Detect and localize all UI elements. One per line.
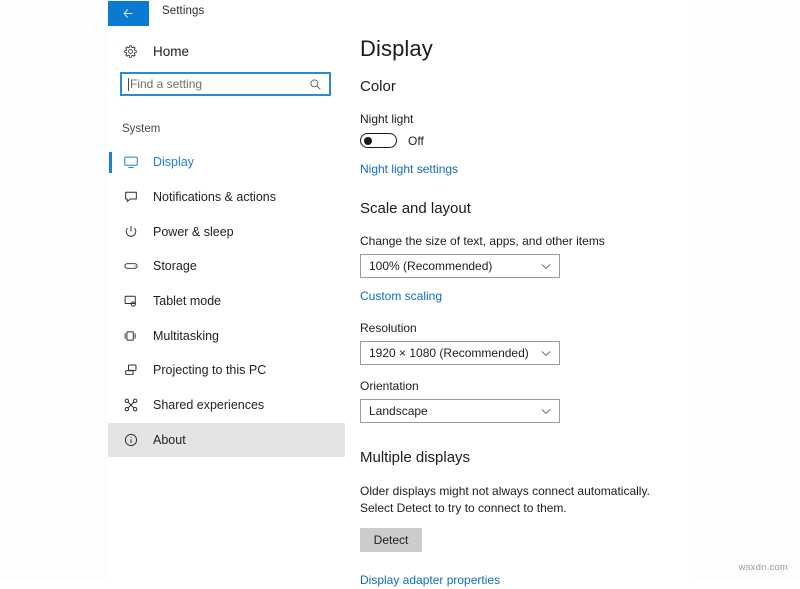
sidebar-item-label: About bbox=[153, 433, 186, 447]
gear-icon bbox=[122, 43, 138, 59]
multiple-displays-description: Older displays might not always connect … bbox=[360, 483, 650, 517]
sidebar-item-label: Multitasking bbox=[153, 329, 219, 343]
night-light-toggle[interactable] bbox=[360, 133, 397, 148]
night-light-label: Night light bbox=[360, 112, 690, 126]
title-bar: Settings bbox=[108, 0, 690, 27]
sidebar-item-label: Display bbox=[153, 155, 194, 169]
resolution-label: Resolution bbox=[360, 321, 690, 335]
sidebar-item-display[interactable]: Display bbox=[108, 145, 345, 180]
night-light-settings-link[interactable]: Night light settings bbox=[360, 162, 458, 176]
multiple-displays-heading: Multiple displays bbox=[360, 449, 690, 466]
night-light-state: Off bbox=[408, 134, 424, 148]
sidebar-item-multitasking[interactable]: Multitasking bbox=[108, 318, 345, 353]
page-title: Display bbox=[360, 27, 690, 62]
display-adapter-properties-link[interactable]: Display adapter properties bbox=[360, 573, 500, 587]
selection-accent-bar bbox=[109, 187, 112, 208]
scale-dropdown[interactable]: 100% (Recommended) bbox=[360, 254, 560, 278]
selection-accent-bar bbox=[109, 221, 112, 242]
settings-window: Settings Home bbox=[108, 0, 690, 581]
chevron-down-icon bbox=[541, 408, 559, 415]
scale-dropdown-value: 100% (Recommended) bbox=[361, 259, 492, 273]
sidebar-item-notifications-actions[interactable]: Notifications & actions bbox=[108, 180, 345, 215]
notification-icon bbox=[122, 188, 140, 206]
chevron-down-icon bbox=[541, 263, 559, 270]
orientation-label: Orientation bbox=[360, 379, 690, 393]
tablet-icon bbox=[122, 292, 140, 310]
resolution-dropdown-value: 1920 × 1080 (Recommended) bbox=[361, 346, 529, 360]
resolution-dropdown[interactable]: 1920 × 1080 (Recommended) bbox=[360, 341, 560, 365]
sidebar-item-home[interactable]: Home bbox=[108, 38, 345, 64]
projecting-icon bbox=[122, 361, 140, 379]
shared-experiences-icon bbox=[122, 396, 140, 414]
scale-label: Change the size of text, apps, and other… bbox=[360, 234, 690, 248]
sidebar-item-storage[interactable]: Storage bbox=[108, 249, 345, 284]
window-title: Settings bbox=[162, 5, 204, 17]
sidebar-item-about[interactable]: About bbox=[108, 423, 345, 458]
watermark: wsxdn.com bbox=[739, 562, 788, 573]
back-button[interactable] bbox=[108, 1, 149, 26]
selection-accent-bar bbox=[109, 395, 112, 416]
selection-accent-bar bbox=[109, 256, 112, 277]
orientation-dropdown-value: Landscape bbox=[361, 404, 428, 418]
sidebar-item-tablet-mode[interactable]: Tablet mode bbox=[108, 284, 345, 319]
sidebar-nav: Display Notifications & actions bbox=[108, 145, 345, 457]
sidebar-item-power-sleep[interactable]: Power & sleep bbox=[108, 214, 345, 249]
toggle-knob bbox=[364, 137, 372, 145]
search-icon[interactable] bbox=[306, 78, 324, 91]
multitasking-icon bbox=[122, 327, 140, 345]
main-content: Display Color Night light Off Night ligh… bbox=[360, 27, 690, 589]
night-light-toggle-row: Off bbox=[360, 133, 690, 148]
chevron-down-icon bbox=[541, 350, 559, 357]
scale-layout-heading: Scale and layout bbox=[360, 200, 690, 217]
custom-scaling-link[interactable]: Custom scaling bbox=[360, 289, 442, 303]
storage-icon bbox=[122, 257, 140, 275]
detect-button[interactable]: Detect bbox=[360, 528, 422, 552]
selection-accent-bar bbox=[109, 325, 112, 346]
sidebar-home-label: Home bbox=[153, 44, 189, 59]
monitor-icon bbox=[122, 153, 140, 171]
back-arrow-icon bbox=[122, 7, 135, 20]
page-background: Settings Home bbox=[0, 0, 800, 581]
selection-accent-bar bbox=[109, 291, 112, 312]
color-section-heading: Color bbox=[360, 78, 690, 95]
selection-accent-bar bbox=[109, 152, 112, 173]
search-input[interactable] bbox=[129, 75, 306, 93]
sidebar-item-label: Notifications & actions bbox=[153, 190, 276, 204]
sidebar-item-label: Power & sleep bbox=[153, 225, 234, 239]
selection-accent-bar bbox=[109, 430, 112, 451]
selection-accent-bar bbox=[109, 360, 112, 381]
orientation-dropdown[interactable]: Landscape bbox=[360, 399, 560, 423]
info-icon bbox=[122, 431, 140, 449]
sidebar-group-label: System bbox=[122, 123, 160, 135]
power-icon bbox=[122, 223, 140, 241]
sidebar-item-projecting-to-this-pc[interactable]: Projecting to this PC bbox=[108, 353, 345, 388]
sidebar-item-label: Storage bbox=[153, 259, 197, 273]
sidebar-item-label: Projecting to this PC bbox=[153, 363, 266, 377]
sidebar-item-label: Shared experiences bbox=[153, 398, 264, 412]
search-box[interactable] bbox=[120, 72, 331, 96]
sidebar-item-label: Tablet mode bbox=[153, 294, 221, 308]
sidebar-item-shared-experiences[interactable]: Shared experiences bbox=[108, 388, 345, 423]
sidebar: Home System bbox=[108, 27, 345, 581]
